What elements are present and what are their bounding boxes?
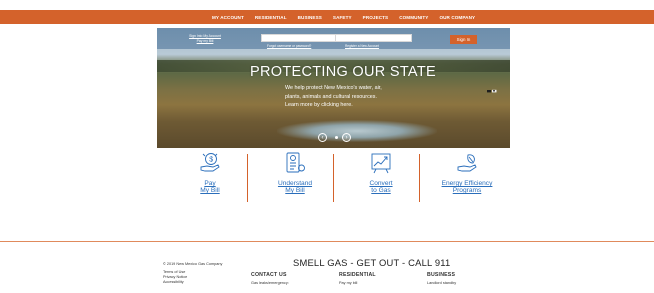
hero-stream [277,120,437,142]
footer-divider [0,241,654,242]
nav-item-our-company[interactable]: OUR COMPANY [439,15,475,20]
footer-business-item[interactable]: Landlord standby [427,281,456,286]
quick-link-energy-line2: Programs [452,187,482,195]
arrow-right-icon[interactable]: › [342,133,351,142]
footer-copyright: © 2019 New Mexico Gas Company [163,262,223,266]
quick-link-understand-line2: My Bill [285,187,305,195]
pay-my-bill-link[interactable]: Pay my Bill [183,39,227,44]
quick-link-understand-line1: Understand [277,180,313,187]
hero-banner: Sign Into My Account Pay my Bill Forgot … [157,28,510,148]
quick-link-convert-line1: Convert [369,180,393,187]
username-field[interactable] [261,34,338,42]
footer-link-accessibility[interactable]: Accessibility [163,280,187,285]
forgot-credentials-link[interactable]: Forgot username or password? [267,44,311,48]
footer-headline: SMELL GAS - GET OUT - CALL 911 [293,257,451,268]
quick-link-energy-line1: Energy Efficiency [441,180,493,187]
chart-growth-icon [371,153,391,174]
footer-column-business: BUSINESS Landlord standby [427,272,456,286]
quick-link-convert-line2: to Gas [371,187,391,195]
quick-link-energy-efficiency[interactable]: Energy Efficiency Programs [424,151,510,203]
register-account-link[interactable]: Register a New Account [345,44,379,48]
carousel-dot[interactable] [335,136,338,139]
footer-legal-links: Terms of Use Privacy Notice Accessibilit… [163,270,187,285]
footer-business-heading: BUSINESS [427,272,456,278]
quick-link-convert-gas[interactable]: Convert to Gas [338,151,424,203]
footer-contact-item: Gas leaks/emergency: [251,281,289,285]
sign-in-button[interactable]: Sign In [450,35,477,44]
hero-title: PROTECTING OUR STATE [250,64,436,80]
arrow-left-icon[interactable]: ‹ [318,133,327,142]
footer-column-contact: CONTACT US Gas leaks/emergency: [251,272,289,286]
login-links: Sign Into My Account Pay my Bill [183,34,227,43]
nav-item-community[interactable]: COMMUNITY [399,15,428,20]
quick-link-divider [333,154,334,202]
quick-link-divider [419,154,420,202]
hero-text[interactable]: We help protect New Mexico's water, air,… [285,84,387,110]
nav-item-residential[interactable]: RESIDENTIAL [255,15,287,20]
footer-residential-item[interactable]: Pay my bill [339,281,376,286]
footer-contact-heading: CONTACT US [251,272,287,278]
sign-into-account-link[interactable]: Sign Into My Account [183,34,227,39]
password-field[interactable] [335,34,412,42]
quick-link-divider [247,154,248,202]
quick-link-pay-bill[interactable]: $ Pay My Bill [167,151,253,203]
top-nav-items: MY ACCOUNT RESIDENTIAL BUSINESS SAFETY P… [212,10,486,24]
hand-leaf-icon [457,154,477,172]
footer-column-residential: RESIDENTIAL Pay my bill [339,272,376,286]
quick-link-pay-line2: My Bill [200,187,220,195]
top-nav: MY ACCOUNT RESIDENTIAL BUSINESS SAFETY P… [0,10,654,24]
nav-item-my-account[interactable]: MY ACCOUNT [212,15,244,20]
cattle-image [487,89,497,93]
footer-residential-heading: RESIDENTIAL [339,272,376,278]
login-bar: Sign Into My Account Pay my Bill Forgot … [157,28,510,49]
nav-item-business[interactable]: BUSINESS [298,15,322,20]
quick-link-understand-bill[interactable]: Understand My Bill [252,151,338,203]
nav-item-safety[interactable]: SAFETY [333,15,352,20]
quick-link-pay-line1: Pay [204,180,216,187]
hand-money-icon: $ [200,153,220,172]
bill-document-icon [286,152,305,173]
nav-item-projects[interactable]: PROJECTS [363,15,389,20]
svg-text:$: $ [209,157,213,164]
